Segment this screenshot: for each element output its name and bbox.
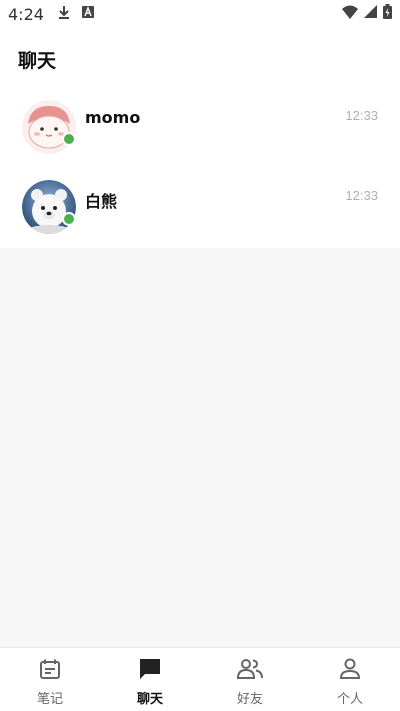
page-title: 聊天 — [18, 49, 57, 72]
chat-item-momo[interactable]: momo 12:33 — [0, 90, 400, 170]
nav-item-friends[interactable]: 好友 — [200, 648, 300, 711]
nav-item-chat[interactable]: 聊天 — [100, 648, 200, 711]
font-icon — [81, 5, 94, 23]
chat-screen: 4:24 聊天 momo 12:33 白熊 12:33 笔记 聊天 好友 个人 — [0, 0, 400, 711]
chat-list: momo 12:33 白熊 12:33 — [0, 90, 400, 248]
wifi-icon — [342, 5, 358, 24]
status-left-icons — [58, 5, 94, 24]
nav-label: 好友 — [236, 692, 263, 707]
status-right-icons — [342, 4, 392, 24]
header: 聊天 — [0, 28, 400, 90]
bottom-nav: 笔记 聊天 好友 个人 — [0, 647, 400, 711]
chat-item-bear[interactable]: 白熊 12:33 — [0, 170, 400, 250]
chat-time: 12:33 — [345, 108, 378, 123]
status-bar: 4:24 — [0, 0, 400, 28]
status-time: 4:24 — [8, 4, 44, 24]
signal-icon — [364, 5, 377, 23]
nav-item-profile[interactable]: 个人 — [300, 648, 400, 711]
person-icon — [337, 656, 363, 682]
avatar-wrap — [22, 180, 76, 234]
nav-label: 笔记 — [36, 692, 63, 707]
avatar-wrap — [22, 100, 76, 154]
chat-name: momo — [85, 108, 141, 127]
nav-item-notes[interactable]: 笔记 — [0, 648, 100, 711]
chat-time: 12:33 — [345, 188, 378, 203]
notebook-icon — [37, 656, 63, 682]
nav-label: 个人 — [336, 692, 363, 707]
chat-icon — [137, 656, 163, 682]
online-status-dot — [62, 132, 76, 146]
online-status-dot — [62, 212, 76, 226]
nav-label: 聊天 — [136, 692, 163, 707]
chat-name: 白熊 — [85, 192, 118, 211]
friends-icon — [237, 656, 263, 682]
battery-icon — [383, 4, 392, 24]
download-icon — [58, 5, 70, 24]
